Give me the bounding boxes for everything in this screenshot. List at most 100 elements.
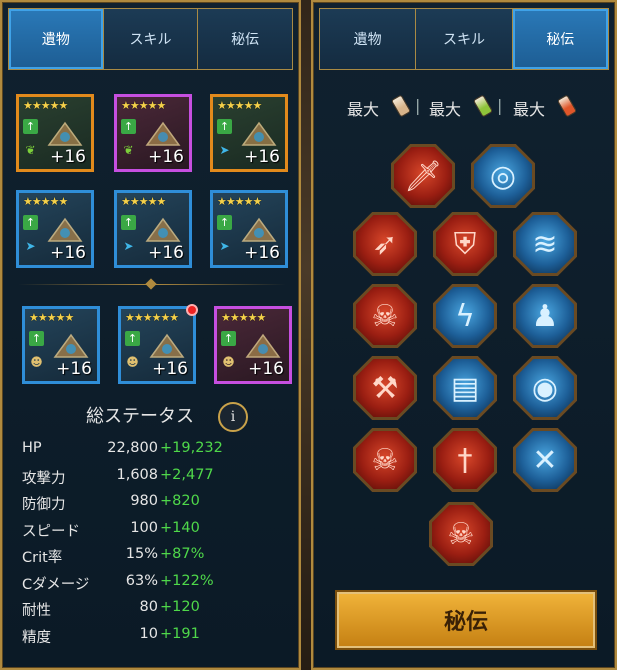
stat-value: 10 [139,625,158,642]
mastery-node[interactable]: † [433,428,497,492]
mastery-node[interactable]: ▤ [433,356,497,420]
crack-icon: ϟ [436,287,494,345]
artifact-slot[interactable]: ★★★★★ ↑ ☻ +16 [214,306,292,384]
tab-masteries[interactable]: 秘伝 [198,9,293,69]
shield-strike-icon: ⛨ [436,215,494,273]
mastery-node[interactable]: ♟ [513,284,577,348]
stat-bonus: +19,232 [160,440,223,456]
stat-value: 1,608 [116,466,158,483]
artifact-slot[interactable]: ★★★★★ ↑ ➤ +16 [210,190,288,268]
artifact-slot[interactable]: ★★★★★★ ↑ ☻ +16 [118,304,198,384]
mastery-node[interactable]: ≋ [513,212,577,276]
upgrade-arrow-icon: ↑ [217,119,232,134]
mastery-node[interactable]: ☠ [429,502,493,566]
stat-row: スピード 100 +140 [22,520,292,547]
upgrade-arrow-icon: ↑ [23,215,38,230]
max-label-basic: 最大 [347,100,380,119]
max-label-divine: 最大 [513,100,546,119]
stat-row: 防御力 980 +820 [22,493,292,520]
artifact-slot[interactable]: ★★★★★ ↑ ❦ +16 [114,94,192,172]
stat-row: Cダメージ 63% +122% [22,573,292,600]
stat-label: スピード [22,523,80,540]
face-icon: ☻ [222,355,235,369]
spartan-skull-icon: ☠ [432,505,490,563]
basic-scroll-icon [390,94,412,118]
face-icon: ☻ [30,355,43,369]
wind-slash-icon: ≋ [516,215,574,273]
tab-skills[interactable]: スキル [103,9,199,69]
star-rating: ★★★★★ [121,195,166,208]
stat-row: 精度 10 +191 [22,626,292,653]
artifact-level: +16 [56,359,92,379]
info-icon[interactable]: i [218,402,248,432]
stat-row: Crit率 15% +87% [22,546,292,573]
tab-masteries[interactable]: 秘伝 [512,9,608,69]
leaf-icon: ❦ [25,143,36,157]
artifact-art-icon [241,121,277,146]
artifact-slot[interactable]: ★★★★★ ↑ ➤ +16 [210,94,288,172]
stat-value: 15% [125,546,158,562]
artifact-slot[interactable]: ★★★★★ ↑ ➤ +16 [16,190,94,268]
mastery-node[interactable]: ➶ [353,212,417,276]
tab-artifacts[interactable]: 遺物 [320,9,417,69]
right-tab-bar: 遺物 スキル 秘伝 [319,8,609,70]
stats-list: HP 22,800 +19,232 攻撃力 1,608 +2,477 防御力 980 +820 ス… [22,440,292,652]
stat-bonus: +820 [160,493,200,509]
masteries-panel: 遺物 スキル 秘伝 最大 | 最大 | 最大 🗡 ◎ ➶ ⛨ ≋ ☠ ϟ ♟ ⚒ ▤ ◉ ☠ † ✕ ☠ 秘… [311,0,617,670]
artifact-slot[interactable]: ★★★★★ ↑ ❦ +16 [16,94,94,172]
tab-skills[interactable]: スキル [416,9,513,69]
sword-icon: † [436,431,494,489]
eyes-icon: ◉ [516,359,574,417]
mastery-node[interactable]: ϟ [433,284,497,348]
artifacts-panel: 遺物 スキル 秘伝 ★★★★★ ↑ ❦ +16 ★★★★★ ↑ ❦ +16 ★★★★★ ↑ ➤ +16… [0,0,301,670]
upgrade-arrow-icon: ↑ [121,215,136,230]
tab-artifacts[interactable]: 遺物 [9,9,104,69]
stat-row: 攻撃力 1,608 +2,477 [22,467,292,494]
artifact-slot[interactable]: ★★★★★ ↑ ☻ +16 [22,306,100,384]
crossbones-icon: ✕ [516,431,574,489]
silhouette-icon: ♟ [516,287,574,345]
stat-label: 耐性 [22,603,51,619]
mastery-node[interactable]: 🗡 [391,144,455,208]
mastery-node[interactable]: ◉ [513,356,577,420]
stat-bonus: +191 [160,625,200,642]
mastery-node[interactable]: ☠ [353,284,417,348]
star-rating: ★★★★★ [23,99,68,112]
masteries-button[interactable]: 秘伝 [335,590,597,650]
mastery-node[interactable]: ⚒ [353,356,417,420]
star-rating: ★★★★★ [23,195,68,208]
stat-value: 80 [139,599,158,615]
stat-label: 攻撃力 [22,470,66,487]
speed-icon: ➤ [123,239,134,253]
book-icon: ▤ [436,359,494,417]
artifact-level: +16 [244,147,280,167]
artifact-slot[interactable]: ★★★★★ ↑ ➤ +16 [114,190,192,268]
artifact-level: +16 [152,359,188,379]
stat-row: HP 22,800 +19,232 [22,440,292,467]
stat-label: 防御力 [22,497,66,513]
speed-icon: ➤ [219,143,230,157]
stat-value: 63% [125,572,158,589]
star-rating: ★★★★★ [29,311,74,324]
artifact-level: +16 [148,147,184,167]
mastery-node[interactable]: ✕ [513,428,577,492]
stat-label: HP [22,440,42,456]
upgrade-arrow-icon: ↑ [121,119,136,134]
axe-icon: ⚒ [356,359,414,417]
stat-value: 980 [130,493,158,509]
arrow-volley-icon: ➶ [356,215,414,273]
separator: | [497,96,503,115]
mastery-node[interactable]: ⛨ [433,212,497,276]
artifact-art-icon [145,121,181,146]
artifact-art-icon [47,121,83,146]
star-rating: ★★★★★ [221,311,266,324]
mastery-node[interactable]: ☠ [353,428,417,492]
stat-bonus: +120 [160,599,200,615]
upgrade-arrow-icon: ↑ [221,331,236,346]
star-rating: ★★★★★ [217,195,262,208]
max-label-advanced: 最大 [429,100,462,119]
face-icon: ☻ [126,355,139,369]
mastery-node[interactable]: ◎ [471,144,535,208]
stat-row: 耐性 80 +120 [22,599,292,626]
artifact-art-icon [145,217,181,242]
